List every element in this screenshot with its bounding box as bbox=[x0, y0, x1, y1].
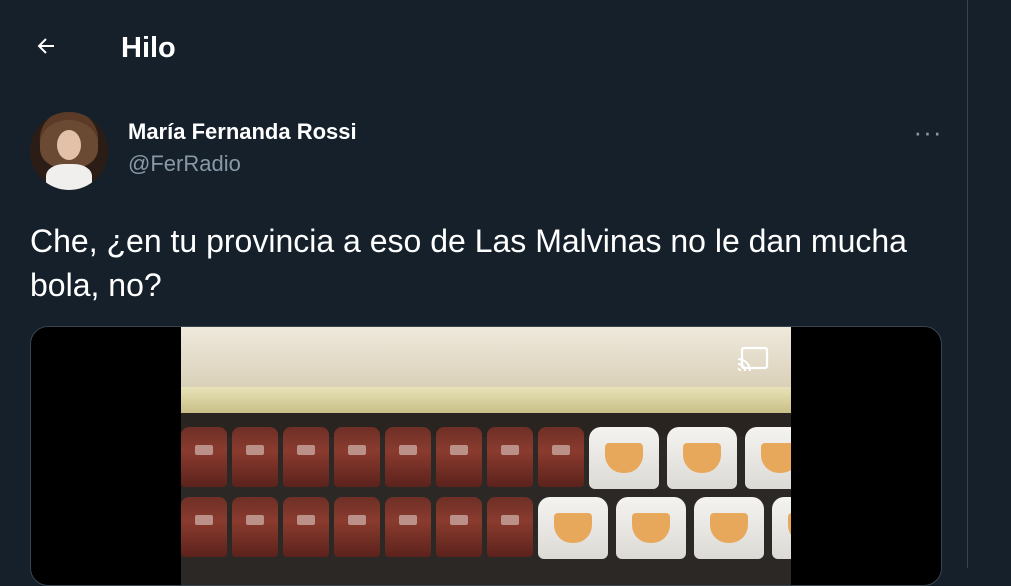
thread-header: Hilo bbox=[0, 0, 967, 98]
page-title: Hilo bbox=[121, 32, 176, 64]
more-options-icon[interactable]: ··· bbox=[908, 116, 948, 148]
avatar[interactable] bbox=[30, 112, 108, 190]
tweet-media[interactable] bbox=[30, 326, 942, 586]
arrow-left-icon bbox=[37, 38, 54, 54]
video-player[interactable] bbox=[181, 327, 791, 585]
right-gutter bbox=[968, 0, 1011, 568]
author-name[interactable]: María Fernanda Rossi bbox=[128, 118, 357, 146]
tweet-text: Che, ¿en tu provincia a eso de Las Malvi… bbox=[30, 223, 907, 303]
cast-icon[interactable] bbox=[736, 345, 770, 373]
back-button[interactable] bbox=[28, 28, 64, 64]
author-handle[interactable]: @FerRadio bbox=[128, 150, 241, 178]
timeline-column: Hilo María Fernanda Rossi @FerRadio ··· … bbox=[0, 0, 968, 586]
